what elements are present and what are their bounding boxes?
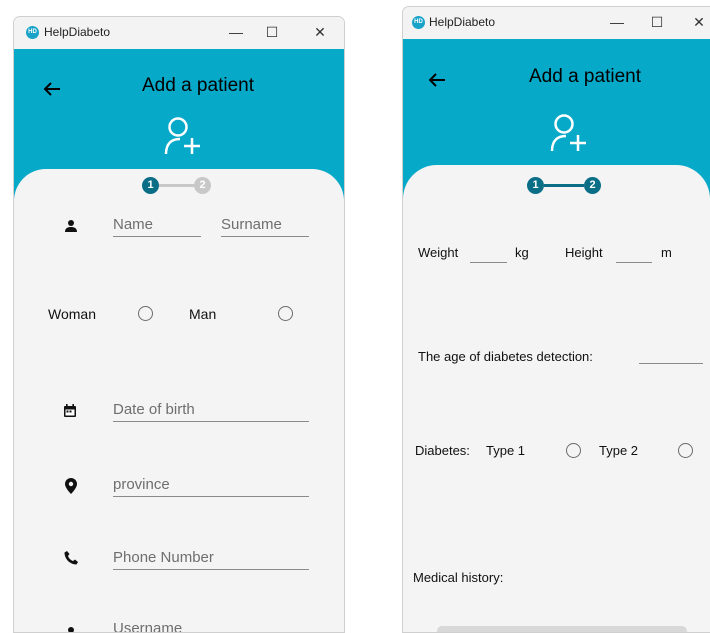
window-step-1: HD HelpDiabeto — ☐ ✕ Add a patient 1 2 N… xyxy=(13,16,345,633)
window-step-2: HD HelpDiabeto — ☐ ✕ Add a patient 1 2 W… xyxy=(402,6,710,633)
date-of-birth-input[interactable]: Date of birth xyxy=(113,400,309,422)
title-bar: HD HelpDiabeto — ☐ ✕ xyxy=(403,7,710,39)
title-bar: HD HelpDiabeto — ☐ ✕ xyxy=(14,17,344,49)
location-pin-icon xyxy=(65,478,77,494)
type-1-radio[interactable] xyxy=(566,443,581,458)
username-input[interactable]: Username xyxy=(113,619,309,632)
step-1-indicator[interactable]: 1 xyxy=(527,177,544,194)
woman-label: Woman xyxy=(48,306,96,322)
medical-history-label: Medical history: xyxy=(413,570,504,585)
window-title: HelpDiabeto xyxy=(44,25,111,39)
phone-icon xyxy=(64,551,78,565)
province-input[interactable]: province xyxy=(113,475,309,497)
man-radio[interactable] xyxy=(278,306,293,321)
app-icon: HD xyxy=(412,16,425,29)
maximize-button[interactable]: ☐ xyxy=(260,21,284,43)
page-title: Add a patient xyxy=(142,75,254,96)
arrow-left-icon[interactable] xyxy=(427,70,447,90)
close-button[interactable]: ✕ xyxy=(687,11,710,33)
person-add-icon xyxy=(550,114,586,152)
phone-number-input[interactable]: Phone Number xyxy=(113,548,309,570)
arrow-left-icon[interactable] xyxy=(42,79,62,99)
type-1-label: Type 1 xyxy=(486,443,526,458)
form-card: 1 2 Name Surname Woman Man Date of birth… xyxy=(14,169,344,632)
name-input[interactable]: Name xyxy=(113,215,201,237)
step-2-indicator[interactable]: 2 xyxy=(584,177,601,194)
weight-label: Weight xyxy=(418,245,459,260)
person-icon xyxy=(65,220,77,232)
person-icon xyxy=(68,627,74,632)
minimize-button[interactable]: — xyxy=(224,21,248,43)
woman-radio[interactable] xyxy=(138,306,153,321)
age-detection-input[interactable] xyxy=(639,363,703,364)
height-input[interactable] xyxy=(616,262,652,263)
step-2-indicator[interactable]: 2 xyxy=(194,177,211,194)
step-connector xyxy=(544,184,584,187)
step-1-indicator[interactable]: 1 xyxy=(142,177,159,194)
age-detection-label: The age of diabetes detection: xyxy=(418,349,593,364)
weight-input[interactable] xyxy=(470,262,507,263)
type-2-label: Type 2 xyxy=(599,443,639,458)
page-title: Add a patient xyxy=(529,66,641,87)
man-label: Man xyxy=(189,306,217,322)
diabetes-label: Diabetes: xyxy=(415,443,470,458)
person-add-icon xyxy=(164,117,200,155)
window-title: HelpDiabeto xyxy=(429,15,496,29)
app-icon: HD xyxy=(26,26,39,39)
surname-input[interactable]: Surname xyxy=(221,215,309,237)
calendar-icon xyxy=(64,404,76,417)
maximize-button[interactable]: ☐ xyxy=(645,11,669,33)
medical-history-field[interactable] xyxy=(437,626,687,632)
minimize-button[interactable]: — xyxy=(605,11,629,33)
height-label: Height xyxy=(565,245,603,260)
height-unit: m xyxy=(661,245,672,260)
step-connector xyxy=(159,184,194,187)
close-button[interactable]: ✕ xyxy=(308,21,332,43)
type-2-radio[interactable] xyxy=(678,443,693,458)
weight-unit: kg xyxy=(515,245,529,260)
form-card: 1 2 Weight kg Height m The age of diabet… xyxy=(403,165,710,632)
